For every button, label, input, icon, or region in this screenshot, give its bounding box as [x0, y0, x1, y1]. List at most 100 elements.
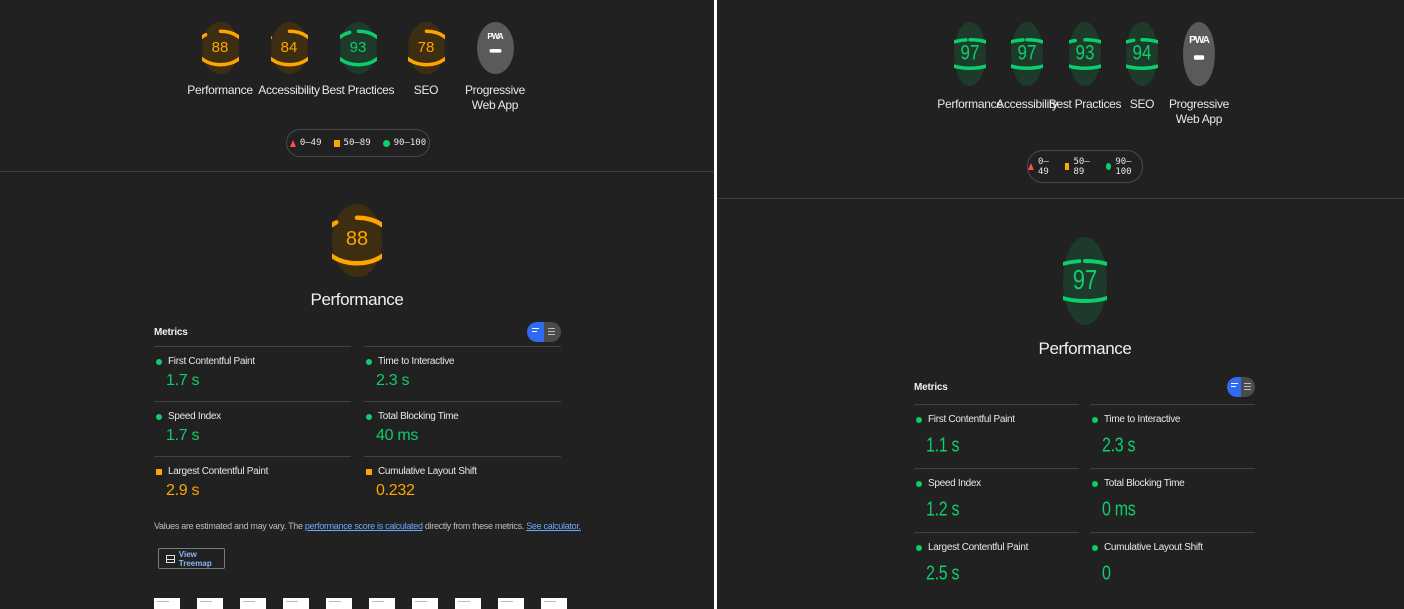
legend-fail-label: 0–49	[299, 138, 322, 148]
fail-triangle-icon	[1028, 163, 1034, 170]
legend-average-label: 50–89	[1073, 156, 1090, 177]
pass-circle-icon	[1105, 163, 1112, 170]
score-value: 94	[1132, 40, 1152, 65]
fail-triangle-icon	[289, 139, 296, 147]
average-square-icon	[156, 468, 162, 475]
metric-first-contentful-paint: First Contentful Paint 1.1 s	[914, 404, 1079, 468]
metric-value: 1.1 s	[926, 435, 960, 457]
pwa-dash-icon	[489, 49, 501, 53]
metric-time-to-interactive: Time to Interactive 2.3 s	[1090, 404, 1255, 468]
metric-speed-index: Speed Index 1.2 s	[914, 468, 1079, 532]
left-report-panel: 88 Performance 84 Accessibility 93 Best Pract…	[0, 0, 714, 609]
metric-largest-contentful-paint: Largest Contentful Paint 2.9 s	[154, 456, 351, 511]
metric-name: Largest Contentful Paint	[928, 542, 1029, 553]
metric-value: 1.7 s	[166, 372, 200, 389]
filmstrip-frame	[498, 598, 524, 609]
performance-main-gauge: 97	[1063, 237, 1107, 325]
pass-circle-icon	[366, 413, 372, 420]
metric-total-blocking-time: Total Blocking Time 40 ms	[364, 401, 561, 456]
metric-value: 0	[1102, 563, 1111, 585]
view-treemap-button[interactable]: View Treemap	[158, 548, 225, 569]
category-gauge-progressive-web-app[interactable]: PWA	[476, 22, 514, 74]
average-square-icon	[333, 139, 340, 147]
category-gauge-progressive-web-app[interactable]: PWA	[1183, 22, 1215, 86]
category-gauge-best-practices[interactable]: 93	[1069, 22, 1101, 86]
pass-circle-icon	[916, 480, 922, 487]
score-value: 93	[1075, 40, 1095, 65]
average-square-icon	[366, 468, 372, 475]
metric-value: 2.5 s	[926, 563, 960, 585]
score-value: 97	[960, 40, 980, 65]
pass-circle-icon	[1092, 480, 1098, 487]
filmstrip-frame	[154, 598, 180, 609]
legend-pass-label: 90–100	[1115, 156, 1132, 177]
performance-heading: Performance	[310, 290, 404, 309]
average-square-icon	[1064, 163, 1070, 170]
legend-average-label: 50–89	[343, 138, 371, 148]
category-gauge-progressive-web-app-ring	[476, 22, 514, 74]
metric-name: First Contentful Paint	[168, 356, 255, 367]
pwa-text: PWA	[1189, 34, 1210, 46]
section-divider	[0, 171, 714, 172]
filmstrip-frame	[541, 598, 567, 609]
filmstrip	[154, 598, 567, 609]
pass-circle-icon	[916, 416, 922, 423]
pass-circle-icon	[156, 413, 162, 420]
metric-total-blocking-time: Total Blocking Time 0 ms	[1090, 468, 1255, 532]
score-value: 78	[417, 38, 435, 56]
score-value: 97	[1072, 264, 1098, 296]
category-gauge-best-practices[interactable]: 93	[339, 22, 377, 74]
category-gauge-progressive-web-app-ring	[1183, 22, 1215, 86]
metric-name: Total Blocking Time	[1104, 478, 1185, 489]
filmstrip-frame	[197, 598, 223, 609]
metric-value: 2.3 s	[376, 372, 410, 389]
metric-value: 0 ms	[1102, 499, 1136, 521]
metric-first-contentful-paint: First Contentful Paint 1.7 s	[154, 346, 351, 401]
metric-name: Largest Contentful Paint	[168, 466, 269, 477]
legend-pass-label: 90–100	[393, 138, 427, 148]
metric-speed-index: Speed Index 1.7 s	[154, 401, 351, 456]
metric-value: 2.3 s	[1102, 435, 1136, 457]
category-gauge-accessibility[interactable]: 97	[1011, 22, 1043, 86]
metric-value: 1.2 s	[926, 499, 960, 521]
category-gauge-seo[interactable]: 78	[407, 22, 445, 74]
performance-score-link[interactable]: performance score is calculated	[305, 521, 423, 531]
category-gauge-seo[interactable]: 94	[1126, 22, 1158, 86]
pass-circle-icon	[366, 358, 372, 365]
score-value: 88	[211, 38, 229, 56]
filmstrip-frame	[283, 598, 309, 609]
score-value: 84	[280, 38, 298, 56]
pass-circle-icon	[1092, 416, 1098, 423]
legend-fail-label: 0–49	[1038, 156, 1049, 177]
see-calculator-link[interactable]: See calculator.	[526, 521, 581, 531]
metrics-view-toggle[interactable]	[1227, 377, 1255, 397]
pwa-badge-background	[476, 22, 514, 74]
performance-heading: Performance	[1038, 339, 1132, 358]
pwa-dash-icon	[1193, 55, 1205, 60]
metric-name: Cumulative Layout Shift	[1104, 542, 1203, 553]
metric-time-to-interactive: Time to Interactive 2.3 s	[364, 346, 561, 401]
pass-circle-icon	[1092, 544, 1098, 551]
metric-name: Total Blocking Time	[378, 411, 459, 422]
section-divider	[717, 198, 1404, 199]
metric-name: Speed Index	[928, 478, 981, 489]
category-gauge-performance[interactable]: 88	[201, 22, 239, 74]
filmstrip-frame	[455, 598, 481, 609]
pwa-text: PWA	[487, 32, 503, 42]
metric-value: 2.9 s	[166, 482, 200, 499]
category-label: Progressive Web App	[464, 83, 526, 112]
metrics-heading: Metrics	[914, 382, 948, 393]
metric-name: Time to Interactive	[378, 356, 455, 367]
metrics-view-toggle[interactable]	[527, 322, 561, 342]
metric-name: Speed Index	[168, 411, 221, 422]
category-gauge-performance[interactable]: 97	[954, 22, 986, 86]
category-gauge-accessibility[interactable]: 84	[270, 22, 308, 74]
filmstrip-frame	[240, 598, 266, 609]
filmstrip-frame	[326, 598, 352, 609]
pass-circle-icon	[916, 544, 922, 551]
score-value: 97	[1017, 40, 1037, 65]
metric-name: First Contentful Paint	[928, 414, 1015, 425]
metric-value: 0.232	[376, 482, 415, 499]
filmstrip-frame	[369, 598, 395, 609]
category-label: Progressive Web App	[1168, 97, 1230, 126]
